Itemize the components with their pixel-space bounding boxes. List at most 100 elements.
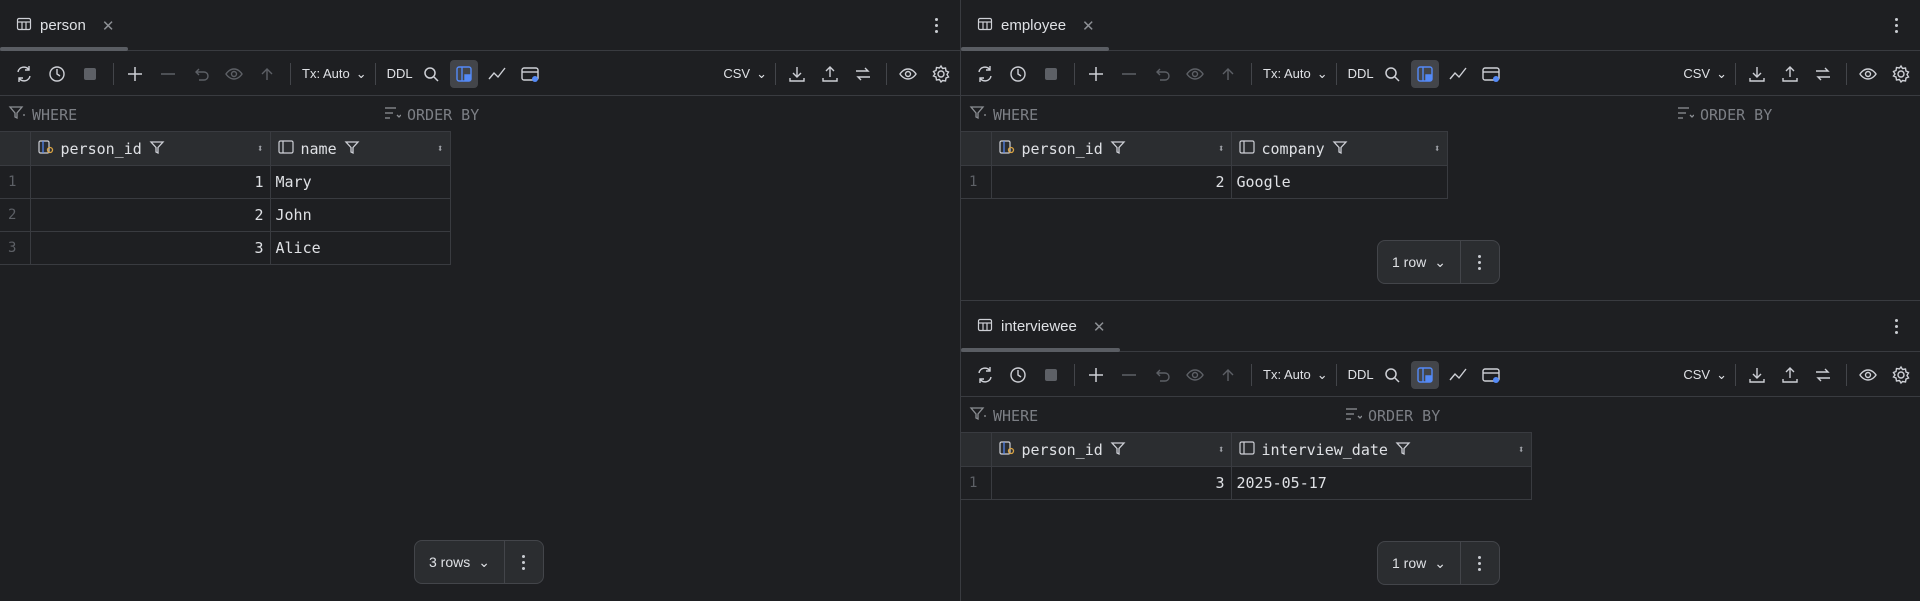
download-icon[interactable]	[1743, 60, 1771, 88]
more-options-icon[interactable]	[1461, 542, 1499, 584]
revert-icon[interactable]	[1148, 60, 1176, 88]
column-header[interactable]: interview_date ⬍	[1230, 432, 1532, 467]
filter-icon[interactable]	[343, 138, 361, 160]
tab-person[interactable]: person ✕	[0, 0, 128, 51]
filter-icon[interactable]	[1109, 439, 1127, 461]
row-count-dropdown[interactable]: 3 rows ⌄	[415, 541, 505, 583]
export-format-dropdown[interactable]: CSV ⌄	[1679, 367, 1731, 383]
ddl-button[interactable]: DDL	[1344, 66, 1378, 81]
table-row[interactable]: 1 2 Google	[961, 165, 1448, 199]
close-icon[interactable]: ✕	[102, 17, 115, 35]
compare-icon[interactable]	[849, 60, 877, 88]
gear-icon[interactable]	[1887, 361, 1915, 389]
table-settings-icon[interactable]	[1477, 60, 1505, 88]
sort-toggle-icon[interactable]: ⬍	[1218, 443, 1225, 456]
cell-person-id[interactable]: 2	[29, 198, 271, 232]
cell-person-id[interactable]: 3	[990, 466, 1232, 500]
upload-icon[interactable]	[1776, 361, 1804, 389]
where-filter[interactable]: WHERE	[969, 104, 1038, 126]
compare-icon[interactable]	[1809, 361, 1837, 389]
tab-employee[interactable]: employee ✕	[961, 0, 1109, 51]
preview-changes-icon[interactable]	[220, 60, 248, 88]
row-count-dropdown[interactable]: 1 row ⌄	[1378, 542, 1461, 584]
close-icon[interactable]: ✕	[1082, 17, 1095, 35]
submit-icon[interactable]	[253, 60, 281, 88]
cell-name[interactable]: Alice	[269, 231, 451, 265]
sort-toggle-icon[interactable]: ⬍	[1518, 443, 1525, 456]
more-options-icon[interactable]	[1886, 14, 1906, 36]
revert-icon[interactable]	[187, 60, 215, 88]
cell-person-id[interactable]: 2	[990, 165, 1232, 199]
sort-toggle-icon[interactable]: ⬍	[1434, 142, 1441, 155]
table-row[interactable]: 1 1 Mary	[0, 165, 451, 199]
filter-icon[interactable]	[148, 138, 166, 160]
history-icon[interactable]	[1004, 361, 1032, 389]
column-header[interactable]: person_id ⬍	[990, 432, 1232, 467]
sort-toggle-icon[interactable]: ⬍	[1218, 142, 1225, 155]
preview-changes-icon[interactable]	[1181, 60, 1209, 88]
filter-icon[interactable]	[1331, 138, 1349, 160]
refresh-icon[interactable]	[971, 361, 999, 389]
table-settings-icon[interactable]	[1477, 361, 1505, 389]
order-by-filter[interactable]: ORDER BY	[1676, 104, 1772, 126]
column-header[interactable]: company ⬍	[1230, 131, 1448, 166]
search-icon[interactable]	[1378, 60, 1406, 88]
revert-icon[interactable]	[1148, 361, 1176, 389]
refresh-icon[interactable]	[971, 60, 999, 88]
chart-icon[interactable]	[1444, 361, 1472, 389]
export-format-dropdown[interactable]: CSV ⌄	[719, 66, 771, 82]
order-by-filter[interactable]: ORDER BY	[383, 104, 479, 126]
ddl-button[interactable]: DDL	[1344, 367, 1378, 382]
transaction-mode-dropdown[interactable]: Tx: Auto ⌄	[298, 66, 371, 82]
more-options-icon[interactable]	[505, 541, 543, 583]
cell-interview-date[interactable]: 2025-05-17	[1230, 466, 1532, 500]
column-header[interactable]: person_id ⬍	[990, 131, 1232, 166]
ddl-button[interactable]: DDL	[383, 66, 417, 81]
view-icon[interactable]	[1854, 60, 1882, 88]
cell-name[interactable]: John	[269, 198, 451, 232]
delete-row-icon[interactable]	[1115, 361, 1143, 389]
table-row[interactable]: 3 3 Alice	[0, 231, 451, 265]
view-icon[interactable]	[894, 60, 922, 88]
history-icon[interactable]	[43, 60, 71, 88]
sort-toggle-icon[interactable]: ⬍	[257, 142, 264, 155]
view-icon[interactable]	[1854, 361, 1882, 389]
cell-person-id[interactable]: 3	[29, 231, 271, 265]
table-row[interactable]: 1 3 2025-05-17	[961, 466, 1532, 500]
stop-icon[interactable]	[1037, 60, 1065, 88]
transaction-mode-dropdown[interactable]: Tx: Auto ⌄	[1259, 367, 1332, 383]
chart-icon[interactable]	[483, 60, 511, 88]
cell-person-id[interactable]: 1	[29, 165, 271, 199]
gear-icon[interactable]	[1887, 60, 1915, 88]
close-icon[interactable]: ✕	[1093, 318, 1106, 336]
preview-changes-icon[interactable]	[1181, 361, 1209, 389]
table-settings-icon[interactable]	[516, 60, 544, 88]
upload-icon[interactable]	[816, 60, 844, 88]
export-format-dropdown[interactable]: CSV ⌄	[1679, 66, 1731, 82]
download-icon[interactable]	[783, 60, 811, 88]
stop-icon[interactable]	[76, 60, 104, 88]
filter-icon[interactable]	[1394, 439, 1412, 461]
refresh-icon[interactable]	[10, 60, 38, 88]
compare-icon[interactable]	[1809, 60, 1837, 88]
sort-toggle-icon[interactable]: ⬍	[437, 142, 444, 155]
cell-company[interactable]: Google	[1230, 165, 1448, 199]
table-row[interactable]: 2 2 John	[0, 198, 451, 232]
delete-row-icon[interactable]	[154, 60, 182, 88]
tab-interviewee[interactable]: interviewee ✕	[961, 301, 1119, 352]
gear-icon[interactable]	[927, 60, 955, 88]
row-count-dropdown[interactable]: 1 row ⌄	[1378, 241, 1461, 283]
more-options-icon[interactable]	[926, 14, 946, 36]
column-header[interactable]: name ⬍	[269, 131, 451, 166]
grid-view-icon[interactable]	[449, 59, 478, 88]
order-by-filter[interactable]: ORDER BY	[1344, 405, 1440, 427]
more-options-icon[interactable]	[1886, 315, 1906, 337]
where-filter[interactable]: WHERE	[8, 104, 77, 126]
add-row-icon[interactable]	[1082, 60, 1110, 88]
search-icon[interactable]	[417, 60, 445, 88]
chart-icon[interactable]	[1444, 60, 1472, 88]
transaction-mode-dropdown[interactable]: Tx: Auto ⌄	[1259, 66, 1332, 82]
delete-row-icon[interactable]	[1115, 60, 1143, 88]
cell-name[interactable]: Mary	[269, 165, 451, 199]
grid-view-icon[interactable]	[1410, 360, 1439, 389]
